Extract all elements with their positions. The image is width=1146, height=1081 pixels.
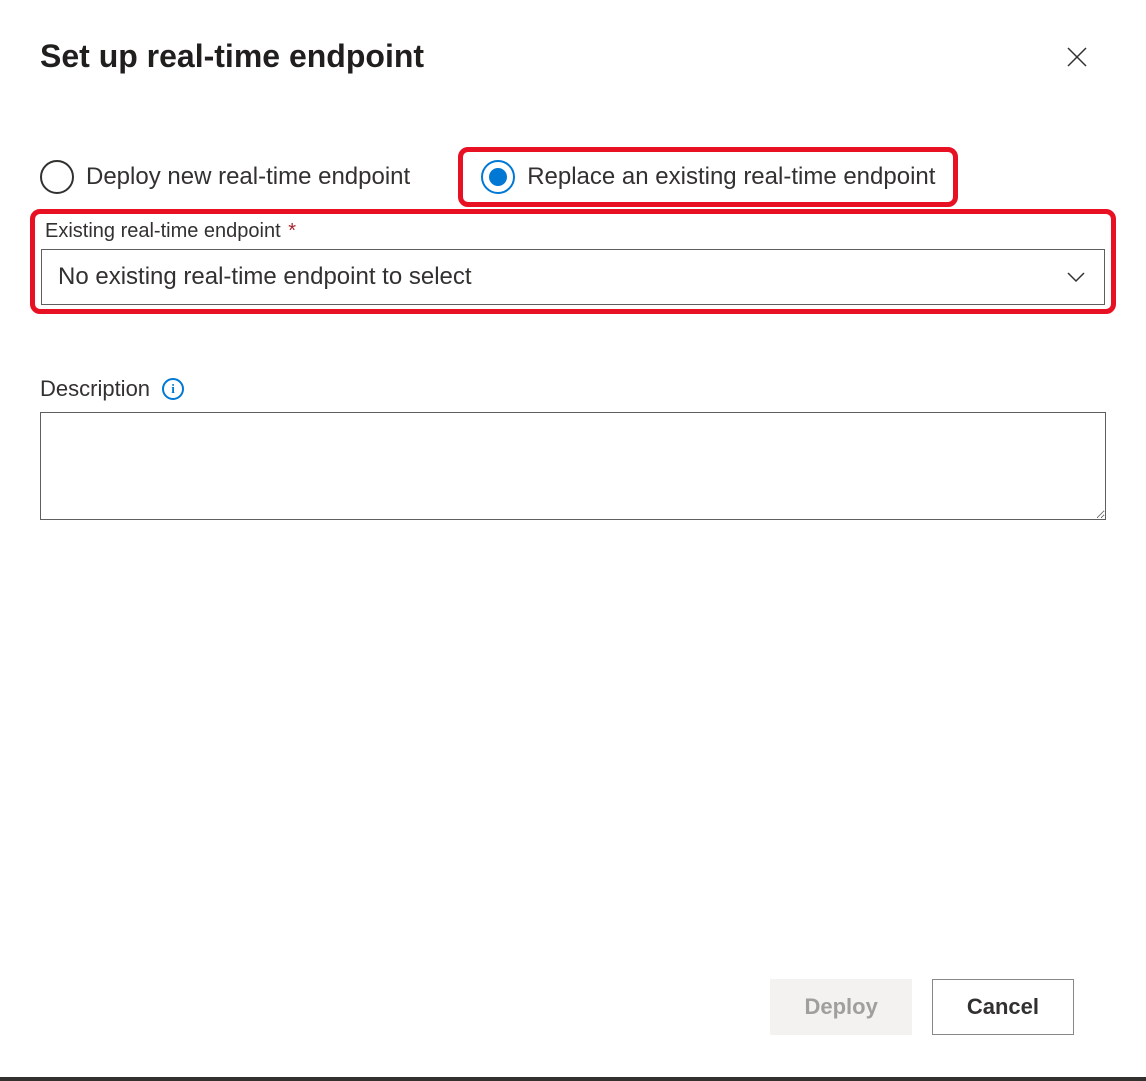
close-button[interactable] bbox=[1064, 44, 1090, 70]
existing-endpoint-selected-value: No existing real-time endpoint to select bbox=[58, 263, 472, 291]
description-textarea[interactable] bbox=[40, 412, 1106, 520]
chevron-down-icon bbox=[1064, 265, 1088, 289]
setup-endpoint-dialog: Set up real-time endpoint Deploy new rea… bbox=[0, 0, 1146, 1081]
highlight-existing-endpoint-field: Existing real-time endpoint * No existin… bbox=[30, 209, 1116, 314]
highlight-replace-option: Replace an existing real-time endpoint bbox=[458, 147, 958, 207]
deploy-new-radio-label: Deploy new real-time endpoint bbox=[86, 163, 410, 191]
existing-endpoint-label-text: Existing real-time endpoint bbox=[45, 220, 281, 242]
description-label-row: Description i bbox=[40, 376, 1106, 402]
replace-existing-radio[interactable]: Replace an existing real-time endpoint bbox=[481, 160, 935, 194]
existing-endpoint-label: Existing real-time endpoint * bbox=[41, 220, 1105, 243]
existing-endpoint-select[interactable]: No existing real-time endpoint to select bbox=[41, 249, 1105, 305]
existing-endpoint-field-group: Existing real-time endpoint * No existin… bbox=[40, 209, 1106, 314]
deploy-button[interactable]: Deploy bbox=[770, 979, 911, 1035]
close-icon bbox=[1066, 46, 1088, 68]
cancel-button[interactable]: Cancel bbox=[932, 979, 1074, 1035]
required-indicator: * bbox=[288, 220, 296, 242]
deploy-new-radio[interactable]: Deploy new real-time endpoint bbox=[40, 160, 410, 194]
replace-existing-radio-label: Replace an existing real-time endpoint bbox=[527, 163, 935, 191]
dialog-header: Set up real-time endpoint bbox=[40, 38, 1106, 75]
deployment-mode-radio-group: Deploy new real-time endpoint Replace an… bbox=[40, 147, 1106, 207]
radio-dot-icon bbox=[489, 168, 507, 186]
dialog-footer: Deploy Cancel bbox=[40, 979, 1106, 1081]
bottom-border-decoration bbox=[0, 1077, 1146, 1081]
radio-circle-selected-icon bbox=[481, 160, 515, 194]
description-field-group: Description i bbox=[40, 376, 1106, 525]
info-icon[interactable]: i bbox=[162, 378, 184, 400]
dialog-title: Set up real-time endpoint bbox=[40, 38, 424, 75]
description-label: Description bbox=[40, 376, 150, 402]
radio-circle-icon bbox=[40, 160, 74, 194]
